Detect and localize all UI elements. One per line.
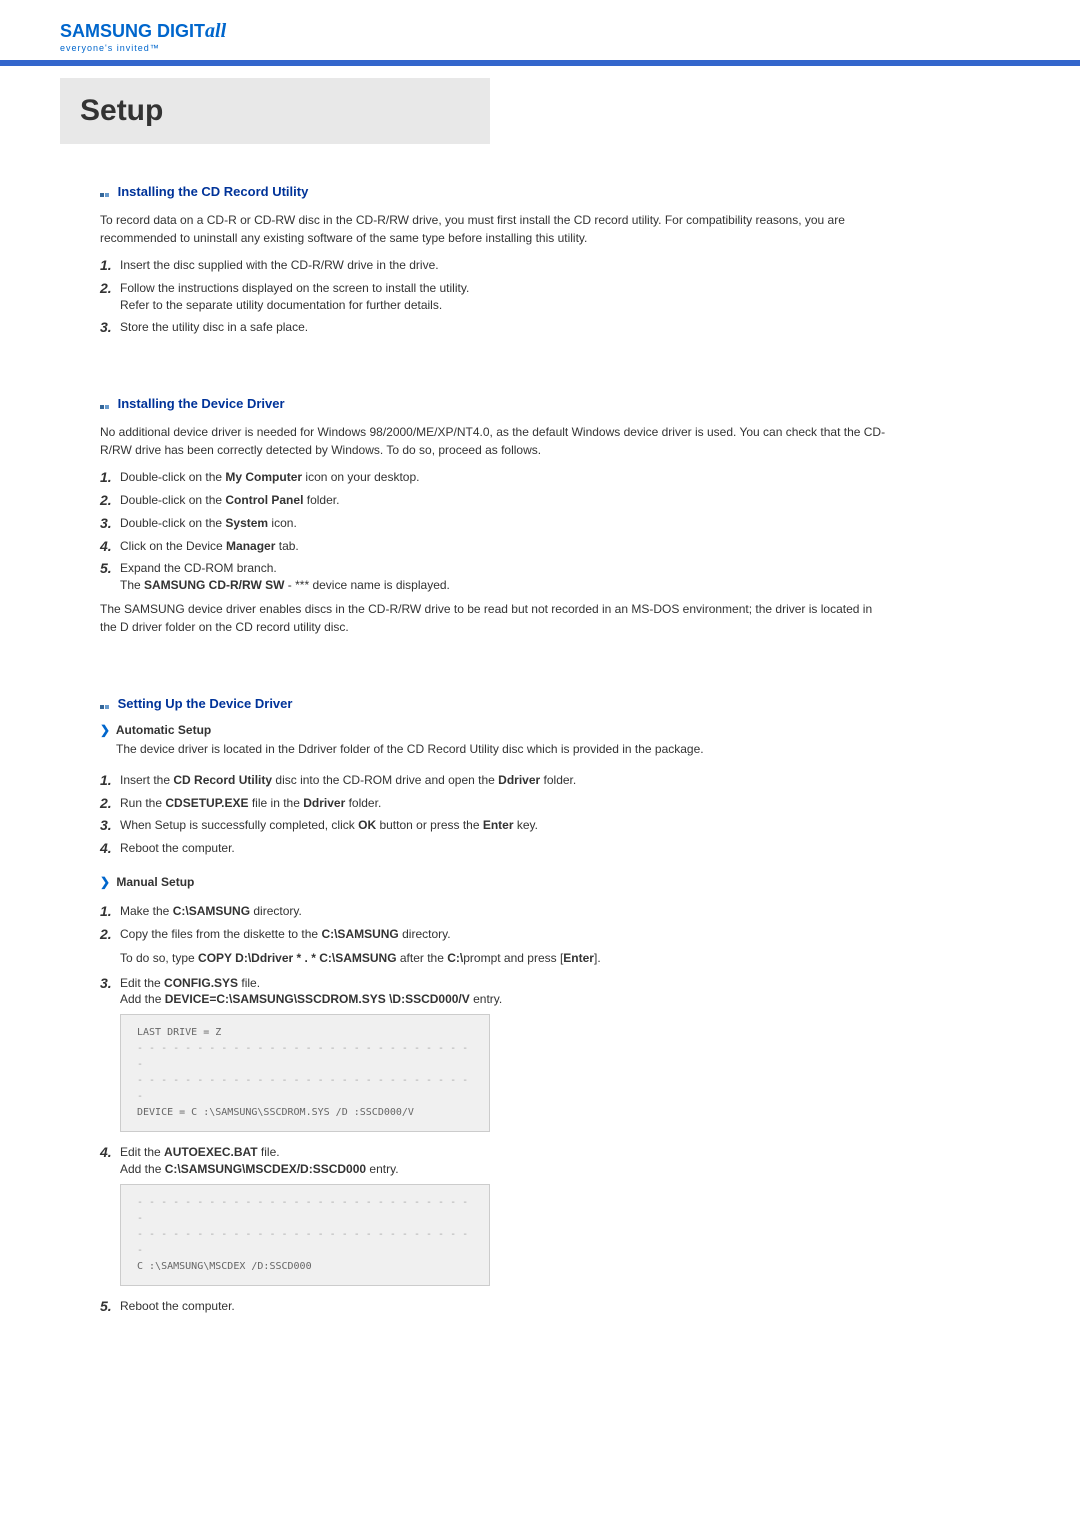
automatic-setup-desc: The device driver is located in the Ddri…	[116, 741, 890, 758]
step-number-icon: 1.	[100, 903, 120, 919]
list-item: 2.Copy the files from the diskette to th…	[100, 926, 890, 943]
install-cd-title: Installing the CD Record Utility	[100, 184, 890, 199]
step-number-icon: 1.	[100, 469, 120, 485]
logo-tagline: everyone's invited™	[60, 43, 226, 53]
section-setup-driver: Setting Up the Device Driver ❯ Automatic…	[60, 696, 890, 1315]
list-item: 3.Store the utility disc in a safe place…	[100, 319, 890, 336]
list-item: 4.Edit the AUTOEXEC.BAT file.Add the C:\…	[100, 1144, 890, 1178]
logo-brand-digit: DIGIT	[152, 21, 205, 41]
bullet-icon	[100, 188, 110, 198]
list-item: 5.Reboot the computer.	[100, 1298, 890, 1315]
step-number-icon: 5.	[100, 1298, 120, 1314]
config-sys-codebox: LAST DRIVE = Z - - - - - - - - - - - - -…	[120, 1014, 490, 1132]
automatic-setup-header: ❯ Automatic Setup	[100, 723, 890, 737]
install-cd-steps: 1.Insert the disc supplied with the CD-R…	[100, 257, 890, 336]
manual-step2-detail: To do so, type COPY D:\Ddriver * . * C:\…	[120, 949, 890, 967]
list-item: 4.Reboot the computer.	[100, 840, 890, 857]
samsung-logo: SAMSUNG DIGITall everyone's invited™	[60, 20, 226, 53]
arrow-icon: ❯	[100, 875, 110, 889]
step-number-icon: 2.	[100, 926, 120, 942]
install-cd-desc: To record data on a CD-R or CD-RW disc i…	[100, 211, 890, 247]
setup-banner: Setup	[60, 78, 490, 144]
list-item: 2.Double-click on the Control Panel fold…	[100, 492, 890, 509]
list-item: 1.Make the C:\SAMSUNG directory.	[100, 903, 890, 920]
step-number-icon: 5.	[100, 560, 120, 576]
list-item: 1.Double-click on the My Computer icon o…	[100, 469, 890, 486]
logo-brand-ital: all	[205, 20, 226, 42]
list-item: 4.Click on the Device Manager tab.	[100, 538, 890, 555]
step-number-icon: 2.	[100, 795, 120, 811]
manual-setup-steps: 1.Make the C:\SAMSUNG directory. 2.Copy …	[100, 903, 890, 943]
list-item: 5.Expand the CD-ROM branch.The SAMSUNG C…	[100, 560, 890, 594]
step-number-icon: 2.	[100, 280, 120, 296]
install-driver-title: Installing the Device Driver	[100, 396, 890, 411]
install-driver-desc: No additional device driver is needed fo…	[100, 423, 890, 459]
bullet-icon	[100, 700, 110, 710]
section-install-driver: Installing the Device Driver No addition…	[60, 396, 890, 636]
install-driver-footer: The SAMSUNG device driver enables discs …	[100, 600, 890, 636]
list-item: 3.Edit the CONFIG.SYS file.Add the DEVIC…	[100, 975, 890, 1009]
manual-setup-header: ❯ Manual Setup	[100, 875, 890, 889]
list-item: 2.Follow the instructions displayed on t…	[100, 280, 890, 314]
page-title: Setup	[80, 94, 470, 128]
step-number-icon: 3.	[100, 515, 120, 531]
step-number-icon: 3.	[100, 319, 120, 335]
page-header: SAMSUNG DIGITall everyone's invited™	[0, 0, 1080, 54]
section-install-cd: Installing the CD Record Utility To reco…	[60, 184, 890, 336]
setup-driver-title: Setting Up the Device Driver	[100, 696, 890, 711]
step-number-icon: 1.	[100, 772, 120, 788]
logo-brand-samsung: SAMSUNG	[60, 21, 152, 41]
manual-setup-steps: 3.Edit the CONFIG.SYS file.Add the DEVIC…	[100, 975, 890, 1009]
list-item: 3.Double-click on the System icon.	[100, 515, 890, 532]
list-item: 1.Insert the disc supplied with the CD-R…	[100, 257, 890, 274]
list-item: 1.Insert the CD Record Utility disc into…	[100, 772, 890, 789]
manual-setup-steps: 4.Edit the AUTOEXEC.BAT file.Add the C:\…	[100, 1144, 890, 1178]
step-number-icon: 4.	[100, 1144, 120, 1160]
step-number-icon: 3.	[100, 975, 120, 991]
step-number-icon: 3.	[100, 817, 120, 833]
bullet-icon	[100, 400, 110, 410]
autoexec-bat-codebox: - - - - - - - - - - - - - - - - - - - - …	[120, 1184, 490, 1286]
step-number-icon: 1.	[100, 257, 120, 273]
list-item: 2.Run the CDSETUP.EXE file in the Ddrive…	[100, 795, 890, 812]
list-item: 3.When Setup is successfully completed, …	[100, 817, 890, 834]
step-number-icon: 2.	[100, 492, 120, 508]
arrow-icon: ❯	[100, 723, 110, 737]
manual-setup-steps: 5.Reboot the computer.	[100, 1298, 890, 1315]
install-driver-steps: 1.Double-click on the My Computer icon o…	[100, 469, 890, 594]
header-divider	[0, 60, 1080, 66]
automatic-setup-steps: 1.Insert the CD Record Utility disc into…	[100, 772, 890, 857]
step-number-icon: 4.	[100, 840, 120, 856]
step-number-icon: 4.	[100, 538, 120, 554]
main-content: Installing the CD Record Utility To reco…	[0, 144, 950, 1415]
